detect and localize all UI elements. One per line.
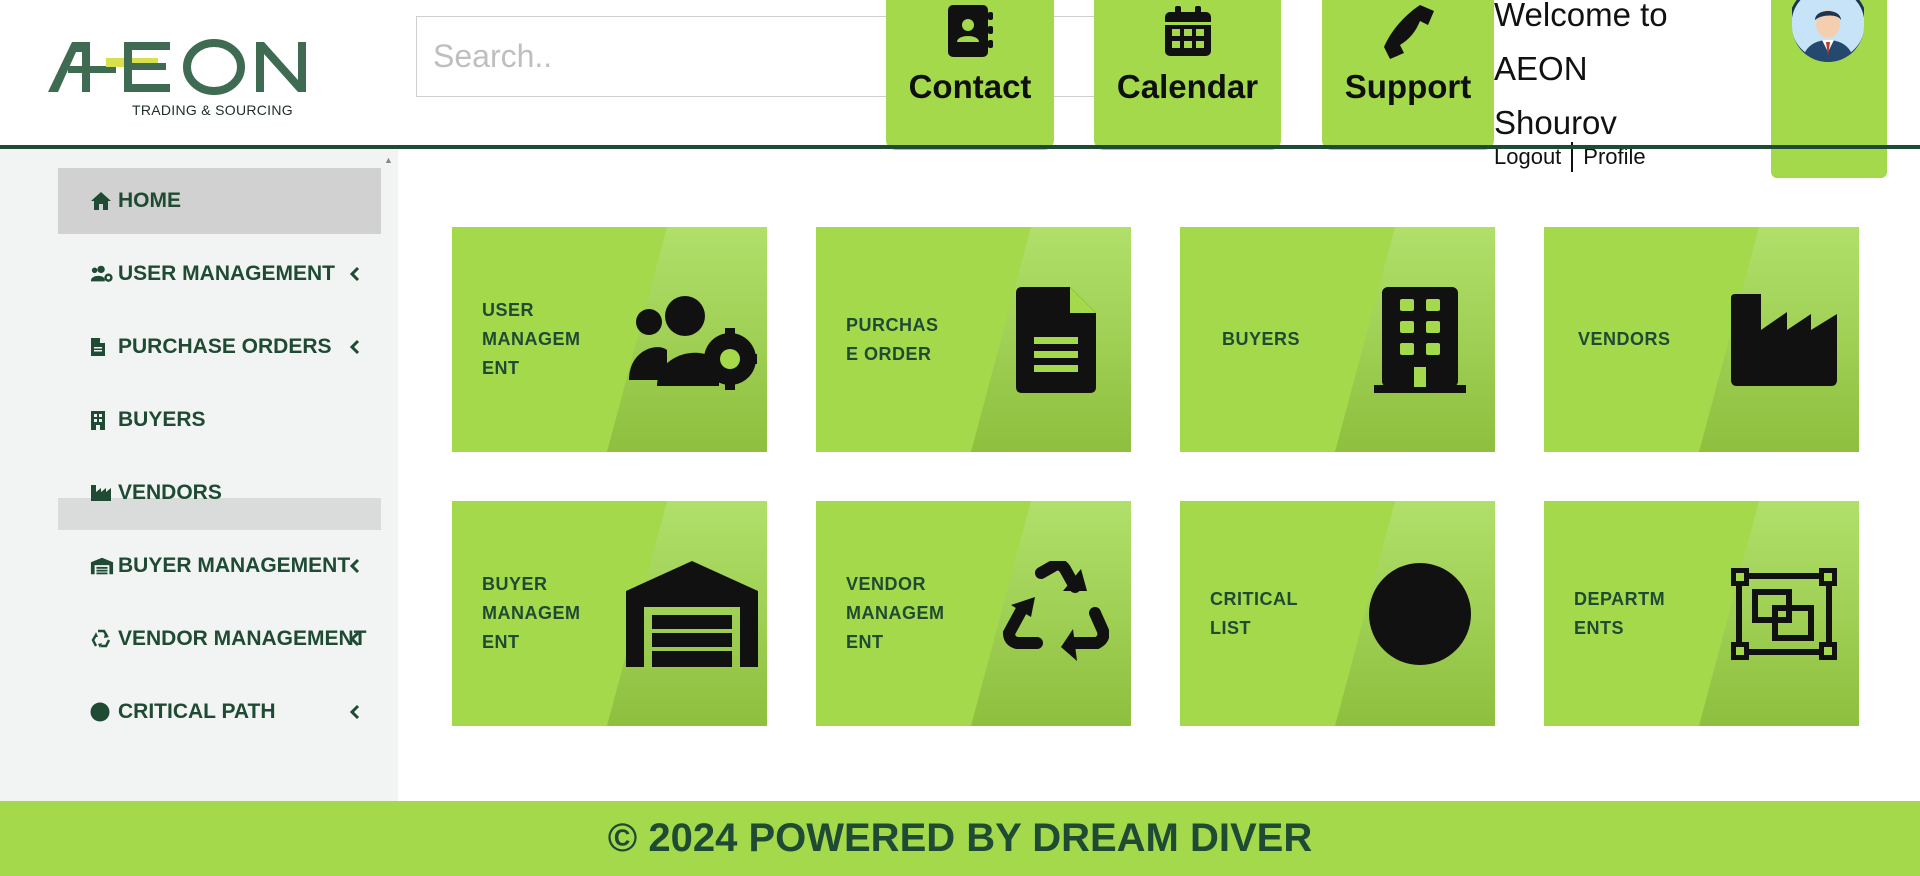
chevron-left-icon <box>349 339 360 355</box>
circle-icon <box>1345 501 1495 726</box>
logo-tagline: TRADING & SOURCING <box>132 102 293 118</box>
support-label: Support <box>1344 68 1472 105</box>
scroll-up-arrow-icon[interactable]: ▲ <box>384 155 393 165</box>
chevron-left-icon <box>349 704 360 720</box>
sidebar: ▲ HOME USER MANAGEMENT PURCHASE ORDERS B… <box>0 149 398 801</box>
calendar-icon <box>1164 6 1211 56</box>
sidebar-item-label: USER MANAGEMENT <box>118 262 336 285</box>
sidebar-item-vendor-management[interactable]: VENDOR MANAGEMENT <box>58 606 381 672</box>
sidebar-item-label: BUYER MANAGEMENT <box>118 554 351 577</box>
industry-icon <box>1709 227 1859 452</box>
sidebar-item-label: HOME <box>118 189 181 212</box>
tile-label: BUYER MANAGEM ENT <box>482 574 581 652</box>
object-group-icon <box>1709 501 1859 726</box>
tile-label: VENDOR MANAGEM ENT <box>846 574 945 652</box>
sidebar-item-vendors[interactable]: VENDORS <box>58 460 381 526</box>
aeon-logo[interactable]: TRADING & SOURCING <box>46 36 336 120</box>
home-icon <box>90 190 114 212</box>
contact-button[interactable]: Contact <box>886 0 1054 150</box>
welcome-message: Welcome to AEON Shourov <box>1494 0 1668 150</box>
chevron-left-icon <box>349 631 360 647</box>
sidebar-item-purchase-orders[interactable]: PURCHASE ORDERS <box>58 314 381 380</box>
users-cog-icon <box>90 263 114 285</box>
building-icon <box>90 409 114 431</box>
footer-copyright: © 2024 POWERED BY DREAM DIVER <box>607 816 1313 860</box>
recycle-icon <box>90 628 114 650</box>
logo-mark <box>48 39 306 95</box>
warehouse-icon <box>617 501 767 726</box>
file-icon <box>90 336 114 358</box>
phone-icon <box>1384 5 1434 59</box>
warehouse-icon <box>90 555 114 577</box>
sidebar-item-label: VENDORS <box>118 481 222 504</box>
address-book-icon <box>948 5 993 57</box>
sidebar-item-label: VENDOR MANAGEMENT <box>118 627 367 650</box>
tile-label: DEPARTM ENTS <box>1574 588 1666 638</box>
tile-vendor-management[interactable]: VENDOR MANAGEM ENT <box>816 501 1131 726</box>
sidebar-item-buyer-management[interactable]: BUYER MANAGEMENT <box>58 533 381 599</box>
welcome-line: AEON <box>1494 50 1588 87</box>
sidebar-item-label: BUYERS <box>118 408 206 431</box>
calendar-label: Calendar <box>1116 68 1259 105</box>
sidebar-item-buyers[interactable]: BUYERS <box>58 387 381 453</box>
header: TRADING & SOURCING Contact <box>0 0 1920 178</box>
support-button[interactable]: Support <box>1322 0 1494 150</box>
calendar-button[interactable]: Calendar <box>1094 0 1281 150</box>
circle-icon <box>90 701 114 723</box>
footer: © 2024 POWERED BY DREAM DIVER <box>0 801 1920 876</box>
tile-label: BUYERS <box>1222 329 1301 349</box>
sidebar-item-label: CRITICAL PATH <box>118 700 276 723</box>
tile-purchase-order[interactable]: PURCHAS E ORDER <box>816 227 1131 452</box>
tile-buyer-management[interactable]: BUYER MANAGEM ENT <box>452 501 767 726</box>
sidebar-item-critical-path[interactable]: CRITICAL PATH <box>58 679 381 745</box>
tile-critical-list[interactable]: CRITICAL LIST <box>1180 501 1495 726</box>
sidebar-item-label: PURCHASE ORDERS <box>118 335 332 358</box>
tile-label: CRITICAL LIST <box>1210 588 1298 638</box>
tile-buyers[interactable]: BUYERS <box>1180 227 1495 452</box>
contact-label: Contact <box>908 68 1032 105</box>
tile-label: VENDORS <box>1578 329 1671 349</box>
industry-icon <box>90 482 114 504</box>
sidebar-item-user-management[interactable]: USER MANAGEMENT <box>58 241 381 307</box>
building-icon <box>1345 227 1495 452</box>
tile-user-management[interactable]: USER MANAGEM ENT <box>452 227 767 452</box>
sidebar-item-home[interactable]: HOME <box>58 168 381 234</box>
welcome-line: Welcome to <box>1494 0 1668 33</box>
chevron-left-icon <box>349 558 360 574</box>
chevron-left-icon <box>349 266 360 282</box>
tile-label: USER MANAGEM ENT <box>482 300 581 378</box>
tile-vendors[interactable]: VENDORS <box>1544 227 1859 452</box>
recycle-icon <box>981 501 1131 726</box>
users-cog-icon <box>617 227 767 452</box>
file-icon <box>981 227 1131 452</box>
tile-label: PURCHAS E ORDER <box>846 314 939 364</box>
tile-departments[interactable]: DEPARTM ENTS <box>1544 501 1859 726</box>
